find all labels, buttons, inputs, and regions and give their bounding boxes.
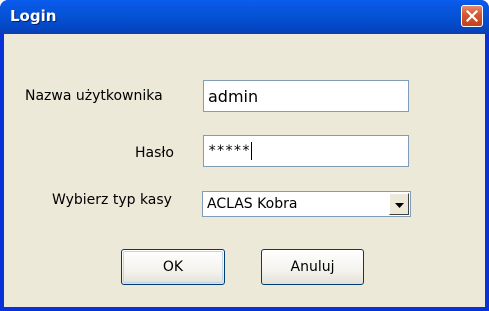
window-title: Login <box>10 7 57 25</box>
title-bar[interactable]: Login <box>0 0 489 34</box>
close-icon <box>466 10 478 22</box>
text-caret <box>251 142 253 160</box>
cash-type-value: ACLAS Kobra <box>207 196 298 212</box>
username-value: admin <box>208 86 259 106</box>
login-dialog: Login Nazwa użytkownika admin Hasło ****… <box>0 0 489 311</box>
cancel-button[interactable]: Anuluj <box>261 249 364 285</box>
dialog-body: Nazwa użytkownika admin Hasło ***** Wybi… <box>4 34 485 307</box>
password-field[interactable]: ***** <box>203 135 409 167</box>
cancel-button-label: Anuluj <box>290 259 335 275</box>
ok-button[interactable]: OK <box>121 249 225 285</box>
ok-button-label: OK <box>162 259 184 275</box>
chevron-down-icon <box>394 196 404 212</box>
cash-type-label: Wybierz typ kasy <box>52 192 172 208</box>
username-field[interactable]: admin <box>203 80 409 112</box>
password-label: Hasło <box>135 145 174 161</box>
username-label: Nazwa użytkownika <box>25 88 163 104</box>
close-button[interactable] <box>461 5 483 27</box>
password-value: ***** <box>208 143 251 159</box>
dropdown-button[interactable] <box>389 193 409 215</box>
cash-type-select[interactable]: ACLAS Kobra <box>202 191 411 217</box>
